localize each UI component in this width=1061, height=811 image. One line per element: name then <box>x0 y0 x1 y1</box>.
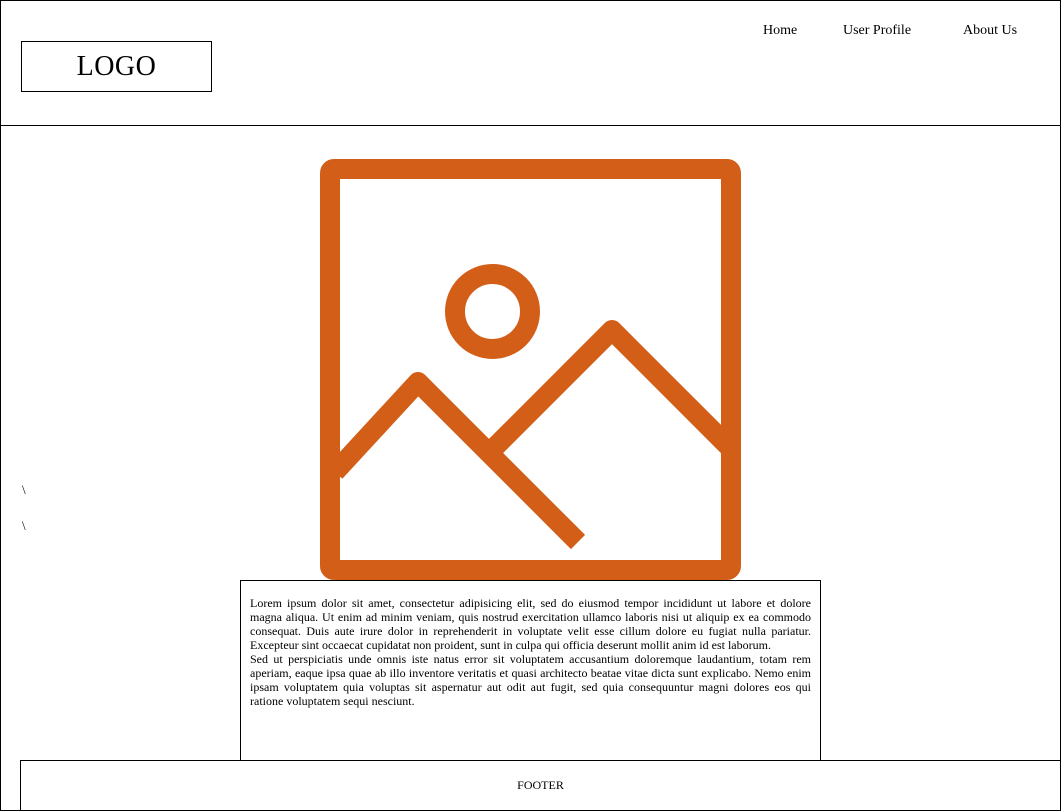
image-icon <box>320 159 741 580</box>
header: LOGO Home User Profile About Us <box>0 0 1061 126</box>
image-frame <box>320 159 741 580</box>
footer-label: FOOTER <box>517 778 564 792</box>
paragraph: Lorem ipsum dolor sit amet, consectetur … <box>250 596 811 652</box>
nav-link-user-profile[interactable]: User Profile <box>843 23 911 39</box>
content-text-box: Lorem ipsum dolor sit amet, consectetur … <box>240 580 821 761</box>
nav-link-about-us[interactable]: About Us <box>963 23 1017 39</box>
marker-backslash: \ <box>22 518 26 533</box>
footer: FOOTER <box>20 760 1061 811</box>
marker-backslash: \ <box>22 482 26 497</box>
nav-link-home[interactable]: Home <box>763 23 797 39</box>
sun-circle <box>445 264 540 359</box>
paragraph: Sed ut perspiciatis unde omnis iste natu… <box>250 652 811 708</box>
logo[interactable]: LOGO <box>21 41 212 92</box>
mountain-right <box>482 320 736 460</box>
